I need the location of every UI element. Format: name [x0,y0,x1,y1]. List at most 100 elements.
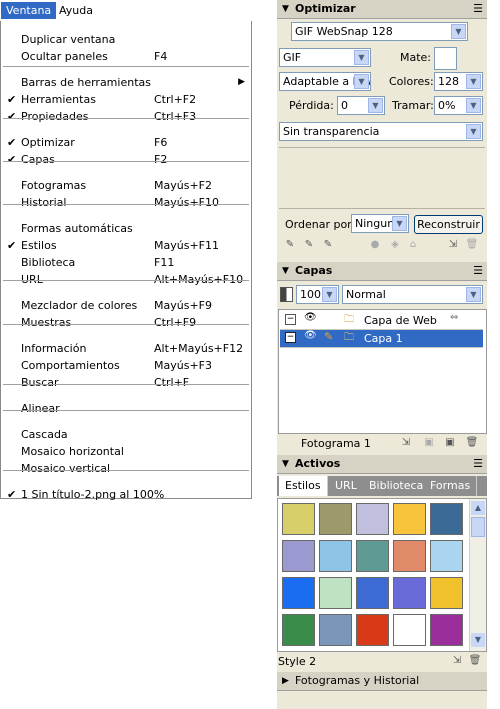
style-swatch[interactable] [393,614,426,646]
menu-item[interactable]: Mosaico vertical [1,460,251,477]
style-swatch[interactable] [319,503,352,535]
collapse-triangle-icon[interactable]: ▼ [282,262,289,280]
style-swatch[interactable] [430,614,463,646]
load-palette-icon[interactable]: ⇲ [446,238,460,252]
eye-icon[interactable]: 👁 [304,330,317,341]
menu-item[interactable]: Fotogramas Mayús+F2 [1,177,251,194]
colors-select[interactable]: 128 ▼ [434,72,483,91]
collapse-icon[interactable]: − [285,332,296,343]
style-swatch[interactable] [282,614,315,646]
dither-select[interactable]: 0% ▼ [434,96,483,115]
trash-icon[interactable]: 🗑 [465,238,479,252]
menu-item[interactable]: Información Alt+Mayús+F12 [1,340,251,357]
style-swatch[interactable] [356,614,389,646]
menu-ventana[interactable]: Ventana [1,2,57,19]
menu-item[interactable]: Mosaico horizontal [1,443,251,460]
new-sub-layer-icon[interactable]: ⇲ [399,436,413,450]
style-swatch[interactable] [282,540,315,572]
edit-color-icon[interactable]: ✎ [283,238,297,252]
style-swatch[interactable] [356,503,389,535]
menu-item[interactable]: Comportamientos Mayús+F3 [1,357,251,374]
menu-item[interactable]: Buscar Ctrl+F [1,374,251,391]
loss-select[interactable]: 0 ▼ [337,96,385,115]
pencil-icon[interactable]: ✎ [324,330,333,343]
menu-item[interactable]: Mezclador de colores Mayús+F9 [1,297,251,314]
optimize-panel-header[interactable]: ▼ Optimizar ☰ [277,0,487,19]
menu-item[interactable]: ✔ Herramientas Ctrl+F2 [1,91,251,108]
style-swatch[interactable] [393,540,426,572]
expand-triangle-icon[interactable]: ▶ [282,672,289,690]
style-swatch[interactable] [356,540,389,572]
menu-item[interactable]: Alinear [1,400,251,417]
menu-item[interactable]: Duplicar ventana [1,31,251,48]
lock-icon[interactable]: ⌂ [406,238,420,252]
menu-separator [3,161,249,162]
style-swatch[interactable] [319,577,352,609]
layers-panel-header[interactable]: ▼ Capas ☰ [277,262,487,281]
opacity-select[interactable]: 100 ▼ [296,285,339,304]
style-swatch[interactable] [319,540,352,572]
tab-estilos[interactable]: Estilos [279,476,328,496]
rebuild-button[interactable]: Reconstruir [414,215,483,234]
style-swatch[interactable] [430,577,463,609]
menu-item[interactable]: Barras de herramientas ▶ [1,74,251,91]
menu-ayuda[interactable]: Ayuda [54,2,98,19]
style-swatch[interactable] [282,503,315,535]
scroll-up-icon[interactable]: ▲ [471,501,485,515]
panel-options-icon[interactable]: ☰ [473,262,483,280]
layer-row-web[interactable]: − 👁 🗀 Capa de Web ⇔ [280,312,483,330]
menu-item[interactable]: Biblioteca F11 [1,254,251,271]
sort-select[interactable]: Ninguno ▼ [351,214,409,233]
collapse-triangle-icon[interactable]: ▼ [282,0,289,18]
transparent-icon[interactable]: ✎ [321,238,335,252]
web-snap-icon[interactable]: ✎ [302,238,316,252]
new-bitmap-icon[interactable]: ▣ [443,436,457,450]
transparency-select[interactable]: Sin transparencia ▼ [279,122,483,141]
tab-formas[interactable]: Formas [424,476,478,496]
menu-item[interactable]: Muestras Ctrl+F9 [1,314,251,331]
blend-mode-select[interactable]: Normal ▼ [342,285,483,304]
tab-url[interactable]: URL [329,476,364,496]
tab-biblioteca[interactable]: Biblioteca [363,476,431,496]
menu-item[interactable]: ✔ 1 Sin título-2.png al 100% [1,486,251,503]
new-style-icon[interactable]: ⇲ [450,654,464,668]
check-icon: ✔ [7,488,17,501]
panel-options-icon[interactable]: ☰ [473,455,483,473]
style-swatch[interactable] [282,577,315,609]
menu-item[interactable]: Historial Mayús+F10 [1,194,251,211]
menu-item[interactable]: ✔ Optimizar F6 [1,134,251,151]
eyedropper-icon[interactable]: ● [368,238,382,252]
menu-item[interactable]: ✔ Capas F2 [1,151,251,168]
trash-icon[interactable]: 🗑 [465,436,479,450]
style-swatch[interactable] [356,577,389,609]
menu-item[interactable]: Cascada [1,426,251,443]
mate-color-swatch[interactable] [434,47,457,70]
scrollbar[interactable]: ▲ ▼ [469,499,486,651]
eye-icon[interactable]: 👁 [304,312,317,323]
assets-panel-header[interactable]: ▼ Activos ☰ [277,455,487,474]
style-swatch[interactable] [393,503,426,535]
menu-item[interactable]: ✔ Estilos Mayús+F11 [1,237,251,254]
panel-options-icon[interactable]: ☰ [473,0,483,18]
layer-row-capa1[interactable]: − 👁 ✎ 🗀 Capa 1 [280,330,483,348]
scroll-thumb[interactable] [471,517,485,537]
style-swatch[interactable] [393,577,426,609]
scroll-down-icon[interactable]: ▼ [471,633,485,647]
format-select[interactable]: GIF ▼ [279,48,371,67]
cube-icon[interactable]: ◈ [388,238,402,252]
frames-panel-header[interactable]: ▶ Fotogramas y Historial [277,672,487,691]
menu-item[interactable]: Ocultar paneles F4 [1,48,251,65]
lock-icon[interactable]: ⇔ [450,312,458,323]
preset-select[interactable]: GIF WebSnap 128 ▼ [291,22,468,41]
chevron-down-icon: ▼ [466,124,481,139]
collapse-triangle-icon[interactable]: ▼ [282,455,289,473]
style-swatch[interactable] [430,503,463,535]
menu-item[interactable]: Formas automáticas [1,220,251,237]
palette-select[interactable]: Adaptable a la Web▼ [279,72,371,91]
style-swatch[interactable] [430,540,463,572]
collapse-icon[interactable]: − [285,314,296,325]
style-swatch[interactable] [319,614,352,646]
trash-icon[interactable]: 🗑 [468,654,482,668]
new-layer-icon[interactable]: ▣ [422,436,436,450]
menu-item[interactable]: ✔ Propiedades Ctrl+F3 [1,108,251,125]
